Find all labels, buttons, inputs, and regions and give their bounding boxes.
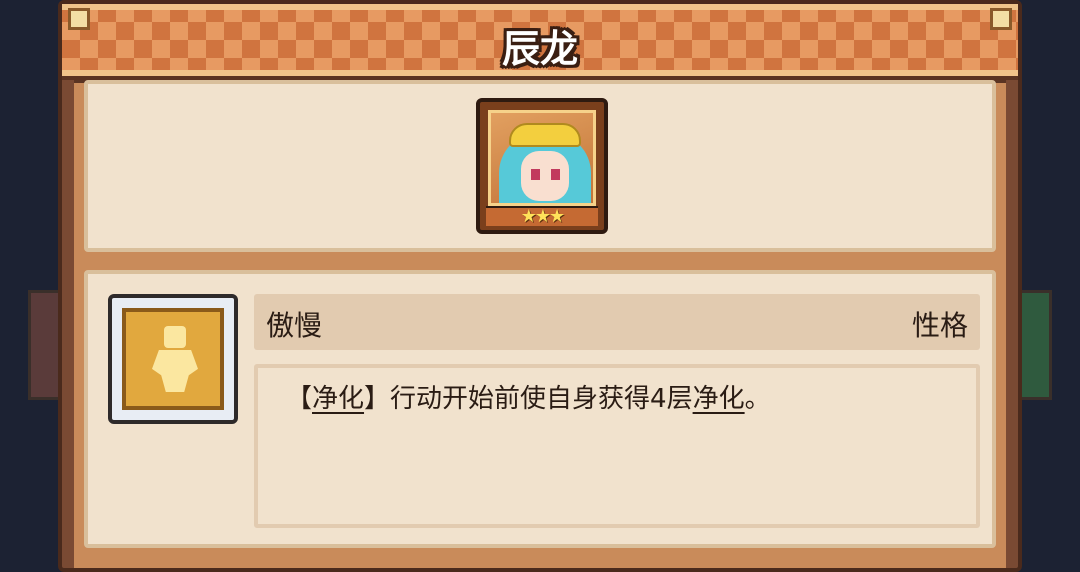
trait-category: 性格 (911, 309, 968, 342)
keyword-purify-link[interactable]: 净化 (312, 384, 364, 414)
trait-figure (144, 326, 204, 392)
desc-end: 。 (744, 384, 771, 414)
trait-header: 傲慢 性格 (254, 294, 980, 350)
trait-figure-head (164, 326, 186, 348)
portrait-face (521, 151, 569, 201)
desc-open-bracket: 【 (286, 384, 313, 414)
character-name-title: 辰龙 (501, 27, 578, 71)
trait-description-box: 【净化】行动开始前使自身获得4层净化。 (254, 364, 980, 528)
desc-close-bracket: 】 (364, 384, 391, 414)
desc-body: 行动开始前使自身获得4层 (390, 384, 693, 414)
keyword-purify-link-2[interactable]: 净化 (693, 384, 745, 414)
star-rating: ★★★ (486, 206, 598, 226)
portrait-section: ★★★ (84, 80, 996, 252)
trait-description: 【净化】行动开始前使自身获得4层净化。 (286, 378, 771, 415)
character-portrait-image (488, 110, 596, 206)
character-avatar[interactable]: ★★★ (476, 98, 608, 234)
portrait-eye-right (551, 169, 560, 180)
portrait-hat (509, 123, 581, 147)
trait-name: 傲慢 (266, 309, 323, 342)
title-bar: 辰龙 (62, 4, 1018, 80)
trait-figure-body (152, 350, 198, 392)
person-trait-icon (122, 308, 224, 410)
trait-icon-frame[interactable] (108, 294, 238, 424)
portrait-eye-left (531, 169, 540, 180)
trait-detail-section: 傲慢 性格 【净化】行动开始前使自身获得4层净化。 (84, 270, 996, 548)
